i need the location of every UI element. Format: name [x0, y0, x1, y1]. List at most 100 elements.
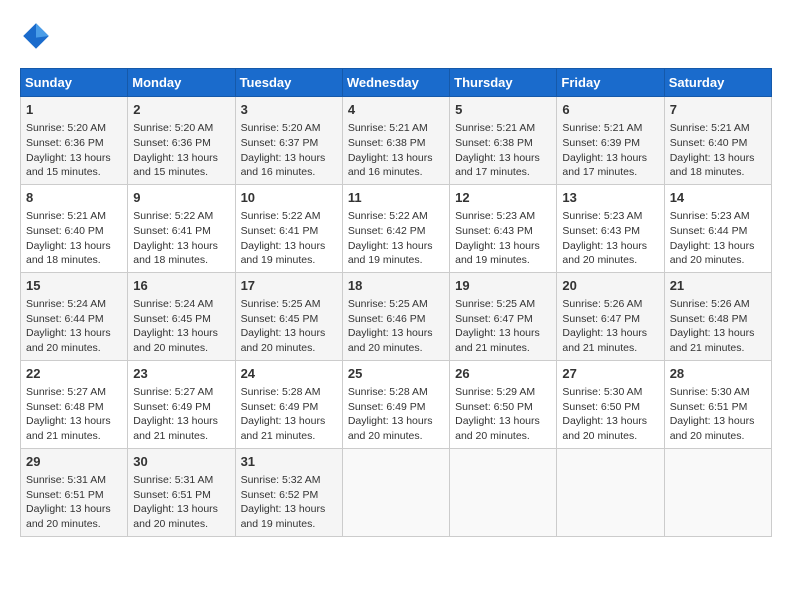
calendar-header-row: Sunday Monday Tuesday Wednesday Thursday… [21, 69, 772, 97]
daylight-label: Daylight: 13 hours and 20 minutes. [562, 240, 647, 267]
calendar-week-row: 1 Sunrise: 5:20 AM Sunset: 6:36 PM Dayli… [21, 97, 772, 185]
calendar-week-row: 29 Sunrise: 5:31 AM Sunset: 6:51 PM Dayl… [21, 448, 772, 536]
calendar-week-row: 22 Sunrise: 5:27 AM Sunset: 6:48 PM Dayl… [21, 360, 772, 448]
table-row: 11 Sunrise: 5:22 AM Sunset: 6:42 PM Dayl… [342, 184, 449, 272]
day-number: 14 [670, 189, 766, 207]
sunrise-label: Sunrise: 5:21 AM [562, 122, 642, 134]
sunrise-label: Sunrise: 5:20 AM [241, 122, 321, 134]
daylight-label: Daylight: 13 hours and 21 minutes. [670, 327, 755, 354]
daylight-label: Daylight: 13 hours and 20 minutes. [133, 503, 218, 530]
col-friday: Friday [557, 69, 664, 97]
calendar-table: Sunday Monday Tuesday Wednesday Thursday… [20, 68, 772, 537]
day-number: 8 [26, 189, 122, 207]
table-row: 30 Sunrise: 5:31 AM Sunset: 6:51 PM Dayl… [128, 448, 235, 536]
sunset-label: Sunset: 6:44 PM [26, 313, 104, 325]
table-row: 26 Sunrise: 5:29 AM Sunset: 6:50 PM Dayl… [450, 360, 557, 448]
daylight-label: Daylight: 13 hours and 21 minutes. [133, 415, 218, 442]
sunset-label: Sunset: 6:49 PM [348, 401, 426, 413]
table-row: 18 Sunrise: 5:25 AM Sunset: 6:46 PM Dayl… [342, 272, 449, 360]
sunrise-label: Sunrise: 5:28 AM [348, 386, 428, 398]
sunrise-label: Sunrise: 5:21 AM [670, 122, 750, 134]
table-row: 8 Sunrise: 5:21 AM Sunset: 6:40 PM Dayli… [21, 184, 128, 272]
sunset-label: Sunset: 6:49 PM [241, 401, 319, 413]
daylight-label: Daylight: 13 hours and 21 minutes. [562, 327, 647, 354]
sunset-label: Sunset: 6:37 PM [241, 137, 319, 149]
sunset-label: Sunset: 6:41 PM [241, 225, 319, 237]
daylight-label: Daylight: 13 hours and 18 minutes. [670, 152, 755, 179]
sunrise-label: Sunrise: 5:24 AM [26, 298, 106, 310]
daylight-label: Daylight: 13 hours and 20 minutes. [26, 327, 111, 354]
sunrise-label: Sunrise: 5:30 AM [670, 386, 750, 398]
sunrise-label: Sunrise: 5:28 AM [241, 386, 321, 398]
sunrise-label: Sunrise: 5:25 AM [348, 298, 428, 310]
day-number: 30 [133, 453, 229, 471]
daylight-label: Daylight: 13 hours and 18 minutes. [26, 240, 111, 267]
daylight-label: Daylight: 13 hours and 21 minutes. [26, 415, 111, 442]
day-number: 22 [26, 365, 122, 383]
daylight-label: Daylight: 13 hours and 20 minutes. [348, 327, 433, 354]
daylight-label: Daylight: 13 hours and 17 minutes. [455, 152, 540, 179]
daylight-label: Daylight: 13 hours and 19 minutes. [241, 240, 326, 267]
day-number: 1 [26, 101, 122, 119]
table-row: 15 Sunrise: 5:24 AM Sunset: 6:44 PM Dayl… [21, 272, 128, 360]
table-row: 31 Sunrise: 5:32 AM Sunset: 6:52 PM Dayl… [235, 448, 342, 536]
day-number: 2 [133, 101, 229, 119]
day-number: 12 [455, 189, 551, 207]
sunrise-label: Sunrise: 5:29 AM [455, 386, 535, 398]
table-row: 24 Sunrise: 5:28 AM Sunset: 6:49 PM Dayl… [235, 360, 342, 448]
table-row: 7 Sunrise: 5:21 AM Sunset: 6:40 PM Dayli… [664, 97, 771, 185]
day-number: 18 [348, 277, 444, 295]
sunrise-label: Sunrise: 5:20 AM [133, 122, 213, 134]
table-row [450, 448, 557, 536]
daylight-label: Daylight: 13 hours and 20 minutes. [26, 503, 111, 530]
sunrise-label: Sunrise: 5:25 AM [241, 298, 321, 310]
sunset-label: Sunset: 6:49 PM [133, 401, 211, 413]
sunset-label: Sunset: 6:52 PM [241, 489, 319, 501]
sunset-label: Sunset: 6:48 PM [26, 401, 104, 413]
sunset-label: Sunset: 6:51 PM [670, 401, 748, 413]
day-number: 10 [241, 189, 337, 207]
logo-icon [20, 20, 52, 52]
day-number: 27 [562, 365, 658, 383]
sunset-label: Sunset: 6:43 PM [455, 225, 533, 237]
sunrise-label: Sunrise: 5:30 AM [562, 386, 642, 398]
day-number: 25 [348, 365, 444, 383]
table-row [557, 448, 664, 536]
daylight-label: Daylight: 13 hours and 20 minutes. [348, 415, 433, 442]
day-number: 28 [670, 365, 766, 383]
daylight-label: Daylight: 13 hours and 21 minutes. [455, 327, 540, 354]
day-number: 13 [562, 189, 658, 207]
calendar-week-row: 8 Sunrise: 5:21 AM Sunset: 6:40 PM Dayli… [21, 184, 772, 272]
sunset-label: Sunset: 6:48 PM [670, 313, 748, 325]
sunrise-label: Sunrise: 5:25 AM [455, 298, 535, 310]
sunrise-label: Sunrise: 5:20 AM [26, 122, 106, 134]
day-number: 4 [348, 101, 444, 119]
col-saturday: Saturday [664, 69, 771, 97]
table-row: 25 Sunrise: 5:28 AM Sunset: 6:49 PM Dayl… [342, 360, 449, 448]
day-number: 7 [670, 101, 766, 119]
daylight-label: Daylight: 13 hours and 20 minutes. [670, 415, 755, 442]
logo [20, 20, 56, 52]
sunrise-label: Sunrise: 5:23 AM [562, 210, 642, 222]
table-row: 2 Sunrise: 5:20 AM Sunset: 6:36 PM Dayli… [128, 97, 235, 185]
table-row: 12 Sunrise: 5:23 AM Sunset: 6:43 PM Dayl… [450, 184, 557, 272]
table-row: 17 Sunrise: 5:25 AM Sunset: 6:45 PM Dayl… [235, 272, 342, 360]
sunrise-label: Sunrise: 5:31 AM [133, 474, 213, 486]
col-tuesday: Tuesday [235, 69, 342, 97]
daylight-label: Daylight: 13 hours and 18 minutes. [133, 240, 218, 267]
table-row: 21 Sunrise: 5:26 AM Sunset: 6:48 PM Dayl… [664, 272, 771, 360]
sunrise-label: Sunrise: 5:21 AM [348, 122, 428, 134]
daylight-label: Daylight: 13 hours and 19 minutes. [348, 240, 433, 267]
table-row: 19 Sunrise: 5:25 AM Sunset: 6:47 PM Dayl… [450, 272, 557, 360]
col-wednesday: Wednesday [342, 69, 449, 97]
daylight-label: Daylight: 13 hours and 15 minutes. [26, 152, 111, 179]
sunrise-label: Sunrise: 5:26 AM [562, 298, 642, 310]
table-row: 28 Sunrise: 5:30 AM Sunset: 6:51 PM Dayl… [664, 360, 771, 448]
day-number: 9 [133, 189, 229, 207]
day-number: 21 [670, 277, 766, 295]
sunset-label: Sunset: 6:39 PM [562, 137, 640, 149]
table-row: 14 Sunrise: 5:23 AM Sunset: 6:44 PM Dayl… [664, 184, 771, 272]
sunset-label: Sunset: 6:45 PM [241, 313, 319, 325]
sunset-label: Sunset: 6:44 PM [670, 225, 748, 237]
table-row: 20 Sunrise: 5:26 AM Sunset: 6:47 PM Dayl… [557, 272, 664, 360]
